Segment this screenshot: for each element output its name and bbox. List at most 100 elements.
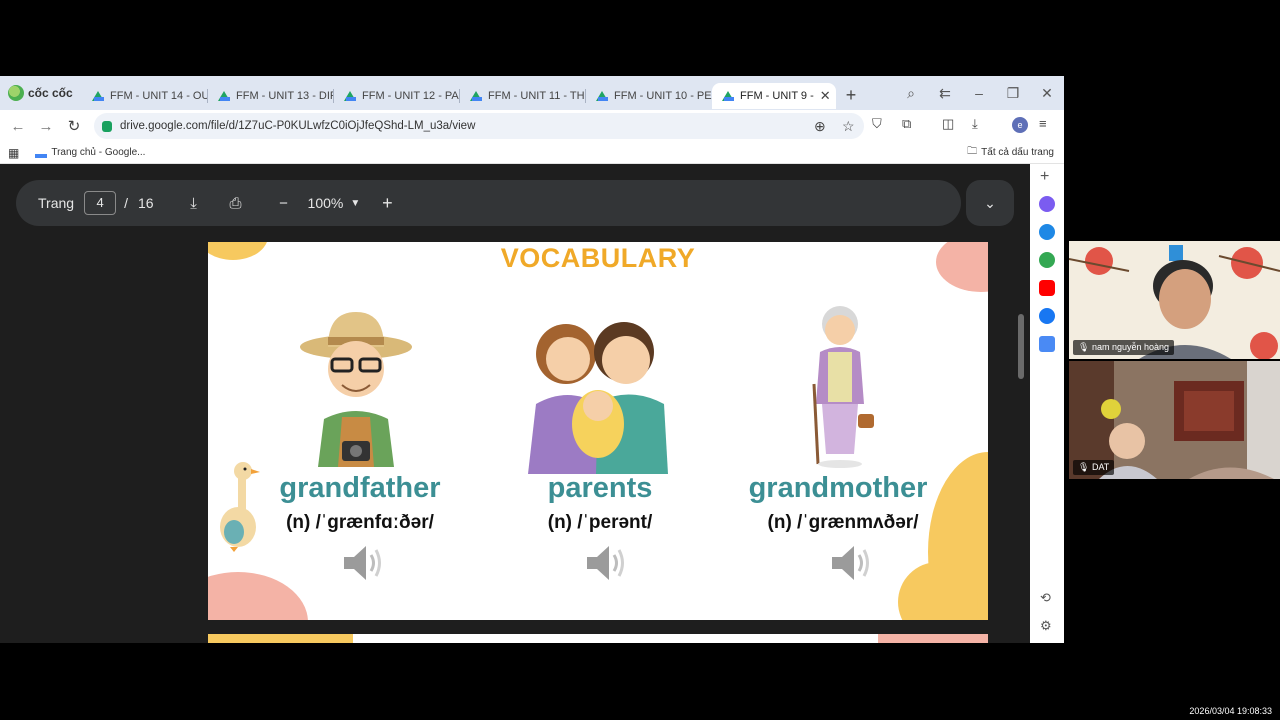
tab-unit-11[interactable]: FFM - UNIT 11 - THE [460,83,586,109]
decor-blob [878,634,988,643]
settings-icon[interactable]: ⚙ [1040,618,1052,634]
print-icon[interactable]: ⎙ [226,195,246,212]
minimize-icon[interactable]: – [962,85,996,101]
tab-unit-14[interactable]: FFM - UNIT 14 - OUR [82,83,208,109]
vocab-word-parents: parents [547,472,653,504]
browser-window: cốc cốc FFM - UNIT 14 - OUR FFM - UNIT 1… [0,76,1064,643]
tab-label: FFM - UNIT 11 - THE [488,90,586,102]
grandmother-illustration [812,306,874,468]
restore-icon[interactable]: ❐ [996,85,1030,102]
microphone-icon: 🎙 [1078,462,1090,472]
download-icon[interactable]: ⤓ [184,195,204,212]
google-drive-icon [470,90,482,102]
google-drive-icon [596,90,608,102]
extensions-icon[interactable]: ⧉ [902,116,911,132]
recording-timestamp: 2026/03/04 19:08:33 [1189,706,1272,716]
zalo-icon[interactable] [1039,224,1055,240]
page-total: 16 [137,195,154,211]
participant-name: 🎙 DAT [1073,460,1115,475]
address-bar-row: ← → ↻ drive.google.com/file/d/1Z7uC-P0KU… [0,110,1064,142]
site-info-icon[interactable] [102,120,112,132]
window-controls: ⌕ ⇇ – ❐ ✕ [894,76,1064,110]
bookmark-star-icon[interactable]: ☆ [842,118,855,135]
microphone-icon: 🎙 [1078,342,1090,352]
collapse-toolbar-button[interactable]: ⌄ [966,180,1014,226]
tab-unit-12[interactable]: FFM - UNIT 12 - PAR [334,83,460,109]
page-number-input[interactable]: 4 [84,191,117,215]
close-window-icon[interactable]: ✕ [1030,85,1064,102]
url-text: drive.google.com/file/d/1Z7uC-P0KULwfzC0… [120,120,476,132]
tab-search-icon[interactable]: ⌕ [894,85,928,102]
zoom-level[interactable]: 100% [308,195,344,211]
url-field[interactable]: drive.google.com/file/d/1Z7uC-P0KULwfzC0… [94,113,864,139]
tab-unit-10[interactable]: FFM - UNIT 10 - PEO [586,83,712,109]
new-tab-button[interactable]: + [836,85,866,106]
tab-unit-9[interactable]: FFM - UNIT 9 - ✕ [712,83,836,109]
video-tile-student: 🎙 DAT [1069,361,1280,479]
slide-title: VOCABULARY [500,243,696,273]
profile-avatar[interactable]: e [1012,117,1028,133]
google-drive-icon [722,90,734,102]
side-panel: + ⟲ ⚙ [1030,164,1064,643]
zoom-in-icon[interactable]: + [377,193,397,214]
vocab-ipa-grandfather: (n) /ˈɡrænfɑːðər/ [286,512,434,533]
all-bookmarks-label: Tất cả dấu trang [981,147,1054,158]
page-label: Trang [38,195,75,211]
browser-brand[interactable]: cốc cốc [0,76,82,110]
menu-icon[interactable]: ≡ [1039,116,1047,131]
zoom-icon[interactable]: ⊕ [814,118,826,135]
decor-blob [208,572,308,620]
coccoc-logo-icon [8,85,24,101]
all-bookmarks-button[interactable]: 🗀 Tất cả dấu trang [967,144,1054,161]
reload-icon[interactable]: ↻ [60,117,88,135]
vocab-ipa-grandmother: (n) /ˈɡrænmʌðər/ [767,512,919,533]
split-view-icon[interactable]: ◫ [942,116,954,132]
scrollbar[interactable] [1018,314,1024,379]
game-icon[interactable] [1039,252,1055,268]
back-history-icon[interactable]: ⇇ [928,85,962,102]
google-drive-icon [344,90,356,102]
forward-icon[interactable]: → [32,118,60,135]
folder-icon: 🗀 [967,146,978,157]
screen: cốc cốc FFM - UNIT 14 - OUR FFM - UNIT 1… [0,0,1280,720]
tab-label: FFM - UNIT 13 - DIFF [236,90,334,102]
youtube-icon[interactable] [1039,280,1055,296]
vocab-ipa-parents: (n) /ˈperənt/ [547,512,653,533]
slide-page: VOCABULARY grandfather (n) /ˈɡrænfɑːðər/… [208,242,988,620]
apps-grid-icon[interactable]: ▦ [8,146,19,160]
google-drive-icon [92,90,104,102]
brand-label: cốc cốc [28,86,73,100]
speaker-icon[interactable] [830,544,872,582]
speaker-icon[interactable] [585,544,627,582]
drive-viewer: Trang 4 / 16 ⤓ ⎙ − 100% ▼ + ⌄ VOCABULARY… [0,164,1030,643]
viewer-toolbar: Trang 4 / 16 ⤓ ⎙ − 100% ▼ + [16,180,961,226]
participant-name: 🎙 nam nguyễn hoàng [1073,340,1175,355]
tab-label: FFM - UNIT 10 - PEO [614,90,712,102]
google-drive-icon [35,147,48,158]
google-drive-icon [218,90,230,102]
parents-illustration [528,322,668,474]
translate-icon[interactable] [1039,336,1055,352]
back-icon[interactable]: ← [4,118,32,135]
tab-strip: cốc cốc FFM - UNIT 14 - OUR FFM - UNIT 1… [0,76,1064,110]
video-tile-teacher: 🎙 nam nguyễn hoàng [1069,241,1280,359]
add-icon[interactable]: + [1040,168,1049,186]
tab-unit-13[interactable]: FFM - UNIT 13 - DIFF [208,83,334,109]
facebook-icon[interactable] [1039,308,1055,324]
close-tab-icon[interactable]: ✕ [820,88,831,104]
tab-label: FFM - UNIT 14 - OUR [110,90,208,102]
bookmarks-bar: ▦ Trang chủ - Google... 🗀 Tất cả dấu tra… [0,142,1064,164]
shield-icon[interactable]: ⛉ [872,116,882,132]
bookmark-google-drive[interactable]: Trang chủ - Google... [35,147,145,158]
download-icon[interactable]: ⤓ [972,116,978,132]
zoom-dropdown-icon[interactable]: ▼ [345,198,365,209]
speaker-icon[interactable] [342,544,384,582]
zoom-out-icon[interactable]: − [274,195,294,212]
tab-label: FFM - UNIT 9 - [740,90,814,102]
next-slide-page [208,634,988,643]
vocab-word-grandmother: grandmother [748,472,928,504]
bookmark-label: Trang chủ - Google... [51,147,146,158]
history-icon[interactable]: ⟲ [1040,590,1051,606]
page-separator: / [124,195,128,211]
messenger-icon[interactable] [1039,196,1055,212]
